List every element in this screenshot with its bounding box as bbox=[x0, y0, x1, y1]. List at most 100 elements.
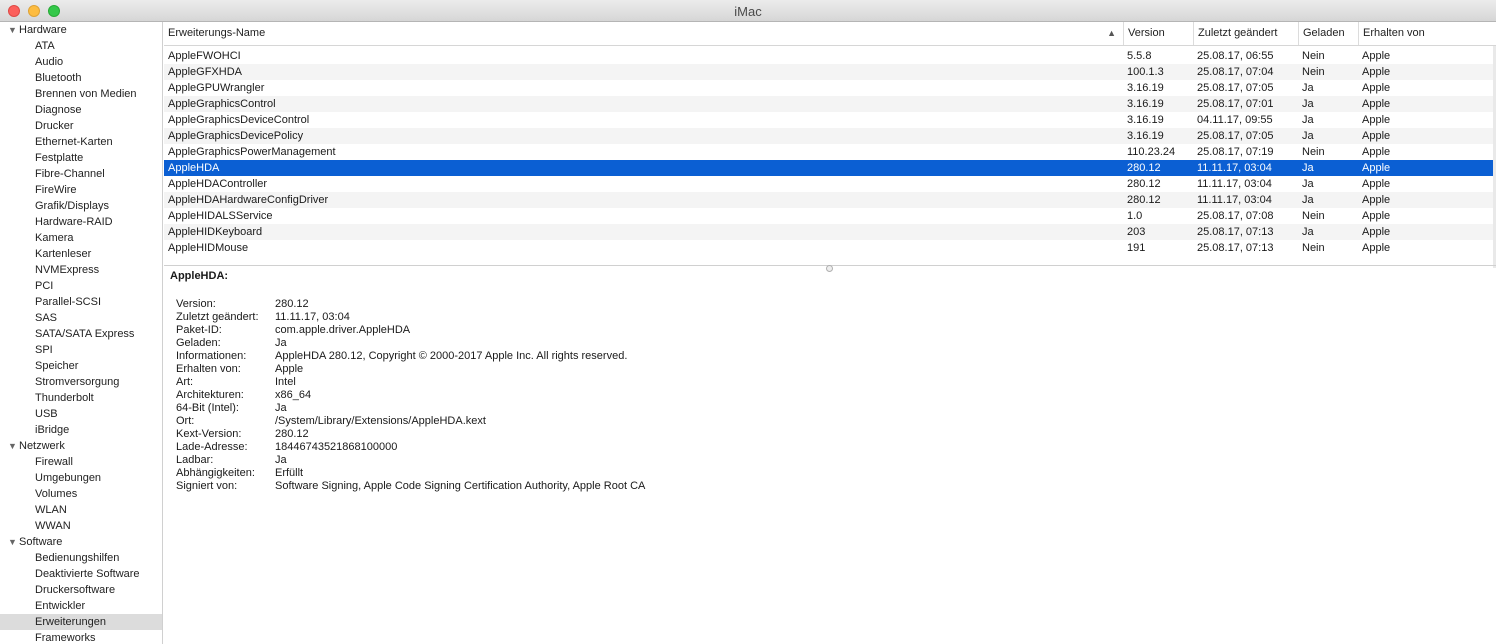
sidebar-item[interactable]: Kartenleser bbox=[0, 246, 162, 262]
sidebar-item[interactable]: Fibre-Channel bbox=[0, 166, 162, 182]
sidebar-item[interactable]: Audio bbox=[0, 54, 162, 70]
column-header-label: Erweiterungs-Name bbox=[168, 27, 266, 39]
sidebar-item-label: iBridge bbox=[35, 424, 70, 436]
table-cell: AppleGraphicsDevicePolicy bbox=[168, 130, 304, 142]
table-row[interactable]: AppleGraphicsDeviceControl 3.16.19 04.11.1… bbox=[164, 112, 1496, 128]
detail-key: Version: bbox=[176, 298, 216, 310]
sidebar-item[interactable]: Druckersoftware bbox=[0, 582, 162, 598]
table-cell: AppleGraphicsControl bbox=[168, 98, 276, 110]
sidebar-item[interactable]: Grafik/Displays bbox=[0, 198, 162, 214]
table-row[interactable]: AppleGraphicsDevicePolicy 3.16.19 25.08.17… bbox=[164, 128, 1496, 144]
table-row[interactable]: AppleGraphicsControl 3.16.19 25.08.17, 07:… bbox=[164, 96, 1496, 112]
detail-field: Informationen: AppleHDA 280.12, Copyright… bbox=[170, 350, 645, 363]
column-header-version[interactable]: Version bbox=[1123, 22, 1193, 45]
sidebar-item[interactable]: FireWire bbox=[0, 182, 162, 198]
detail-field: Ladbar: Ja bbox=[170, 454, 645, 467]
table-cell: 11.11.17, 03:04 bbox=[1197, 178, 1272, 190]
disclosure-triangle-icon[interactable]: ▼ bbox=[8, 534, 19, 550]
table-row[interactable]: AppleGFXHDA 100.1.3 25.08.17, 07:04 Nein App… bbox=[164, 64, 1496, 80]
sidebar-item[interactable]: Speicher bbox=[0, 358, 162, 374]
table-cell: Apple bbox=[1362, 178, 1391, 190]
table-cell: Ja bbox=[1302, 114, 1314, 126]
sidebar-item[interactable]: Parallel-SCSI bbox=[0, 294, 162, 310]
sidebar-item[interactable]: Bedienungshilfen bbox=[0, 550, 162, 566]
sidebar-category[interactable]: ▼ Hardware bbox=[0, 22, 162, 38]
table-row[interactable]: AppleGraphicsPowerManagement 110.23.24 25.… bbox=[164, 144, 1496, 160]
table-cell: AppleHDAController bbox=[168, 178, 268, 190]
detail-value: Intel bbox=[275, 376, 296, 388]
sidebar-item[interactable]: Bluetooth bbox=[0, 70, 162, 86]
sidebar-item[interactable]: Stromversorgung bbox=[0, 374, 162, 390]
column-header-source[interactable]: Erhalten von bbox=[1358, 22, 1496, 45]
detail-field: Lade-Adresse: 18446743521868100000 bbox=[170, 441, 645, 454]
sidebar-item[interactable]: Festplatte bbox=[0, 150, 162, 166]
table-cell: 25.08.17, 07:13 bbox=[1197, 226, 1274, 238]
sidebar-item[interactable]: Umgebungen bbox=[0, 470, 162, 486]
table-row[interactable]: AppleHIDKeyboard 203 25.08.17, 07:13 Ja Appl… bbox=[164, 224, 1496, 240]
sidebar-item[interactable]: Brennen von Medien bbox=[0, 86, 162, 102]
table-row[interactable]: AppleHIDMouse 191 25.08.17, 07:13 Nein Apple bbox=[164, 240, 1496, 256]
sidebar-item[interactable]: Firewall bbox=[0, 454, 162, 470]
column-header-loaded[interactable]: Geladen bbox=[1298, 22, 1358, 45]
sidebar-item[interactable]: SAS bbox=[0, 310, 162, 326]
sidebar-item[interactable]: Diagnose bbox=[0, 102, 162, 118]
column-header-modified[interactable]: Zuletzt geändert bbox=[1193, 22, 1298, 45]
table-row[interactable]: AppleGPUWrangler 3.16.19 25.08.17, 07:05 Ja… bbox=[164, 80, 1496, 96]
sidebar-item[interactable]: WWAN bbox=[0, 518, 162, 534]
sidebar-item[interactable]: SATA/SATA Express bbox=[0, 326, 162, 342]
table-row[interactable]: AppleFWOHCI 5.5.8 25.08.17, 06:55 Nein Apple bbox=[164, 48, 1496, 64]
split-divider[interactable] bbox=[164, 265, 1496, 272]
sidebar-item[interactable]: iBridge bbox=[0, 422, 162, 438]
sidebar-item[interactable]: Thunderbolt bbox=[0, 390, 162, 406]
sidebar-item-label: Stromversorgung bbox=[35, 376, 120, 388]
disclosure-triangle-icon[interactable]: ▼ bbox=[8, 22, 19, 38]
sidebar-item[interactable]: Drucker bbox=[0, 118, 162, 134]
sidebar-item[interactable]: Deaktivierte Software bbox=[0, 566, 162, 582]
detail-title: AppleHDA: bbox=[170, 270, 229, 282]
sidebar-item-label: Festplatte bbox=[35, 152, 84, 164]
sidebar-item-label: Druckersoftware bbox=[35, 584, 116, 596]
table-row[interactable]: AppleHDAHardwareConfigDriver 280.12 11.11.… bbox=[164, 192, 1496, 208]
sidebar-item[interactable]: Entwickler bbox=[0, 598, 162, 614]
sidebar-category[interactable]: ▼ Software bbox=[0, 534, 162, 550]
sidebar-item-label: Drucker bbox=[35, 120, 74, 132]
table-cell: 280.12 bbox=[1127, 194, 1161, 206]
table-cell: 280.12 bbox=[1127, 162, 1161, 174]
table-row[interactable]: AppleHDAController 280.12 11.11.17, 03:04 J… bbox=[164, 176, 1496, 192]
table-cell: Ja bbox=[1302, 82, 1314, 94]
table-cell: AppleHDAHardwareConfigDriver bbox=[168, 194, 329, 206]
sidebar-item[interactable]: NVMExpress bbox=[0, 262, 162, 278]
sidebar-item[interactable]: PCI bbox=[0, 278, 162, 294]
sidebar-item[interactable]: Kamera bbox=[0, 230, 162, 246]
sidebar-item[interactable]: Ethernet-Karten bbox=[0, 134, 162, 150]
table-cell: 11.11.17, 03:04 bbox=[1197, 162, 1272, 174]
table-cell: 110.23.24 bbox=[1127, 146, 1176, 158]
sidebar-item[interactable]: SPI bbox=[0, 342, 162, 358]
sidebar-item[interactable]: Volumes bbox=[0, 486, 162, 502]
table-row[interactable]: AppleHDA 280.12 11.11.17, 03:04 Ja Apple bbox=[164, 160, 1496, 176]
column-header-name[interactable]: Erweiterungs-Name ▲ bbox=[164, 22, 1122, 45]
detail-field: Abhängigkeiten: Erfüllt bbox=[170, 467, 645, 480]
sidebar-item[interactable]: Erweiterungen bbox=[0, 614, 162, 630]
sidebar-item-label: SAS bbox=[35, 312, 58, 324]
detail-key: Architekturen: bbox=[176, 389, 244, 401]
split-grip-icon[interactable] bbox=[826, 265, 833, 272]
table-cell: 3.16.19 bbox=[1127, 82, 1164, 94]
table-cell: Apple bbox=[1362, 226, 1391, 238]
main-panel: Erweiterungs-Name ▲ Version Zuletzt geän… bbox=[164, 22, 1496, 644]
sidebar-item[interactable]: USB bbox=[0, 406, 162, 422]
sidebar-item[interactable]: WLAN bbox=[0, 502, 162, 518]
disclosure-triangle-icon[interactable]: ▼ bbox=[8, 438, 19, 454]
sidebar-item-label: Thunderbolt bbox=[35, 392, 94, 404]
table-cell: Nein bbox=[1302, 210, 1325, 222]
sidebar-item-label: Hardware bbox=[19, 24, 67, 36]
detail-field: 64-Bit (Intel): Ja bbox=[170, 402, 645, 415]
sidebar-item[interactable]: ATA bbox=[0, 38, 162, 54]
detail-field: Ort: /System/Library/Extensions/AppleHDA.… bbox=[170, 415, 645, 428]
sidebar-category[interactable]: ▼ Netzwerk bbox=[0, 438, 162, 454]
table-cell: 25.08.17, 07:19 bbox=[1197, 146, 1274, 158]
sidebar-item[interactable]: Frameworks bbox=[0, 630, 162, 644]
table-row[interactable]: AppleHIDALSService 1.0 25.08.17, 07:08 Nein… bbox=[164, 208, 1496, 224]
sidebar-item[interactable]: Hardware-RAID bbox=[0, 214, 162, 230]
detail-pane: AppleHDA: Version: 280.12 Zuletzt geändert… bbox=[170, 270, 645, 493]
